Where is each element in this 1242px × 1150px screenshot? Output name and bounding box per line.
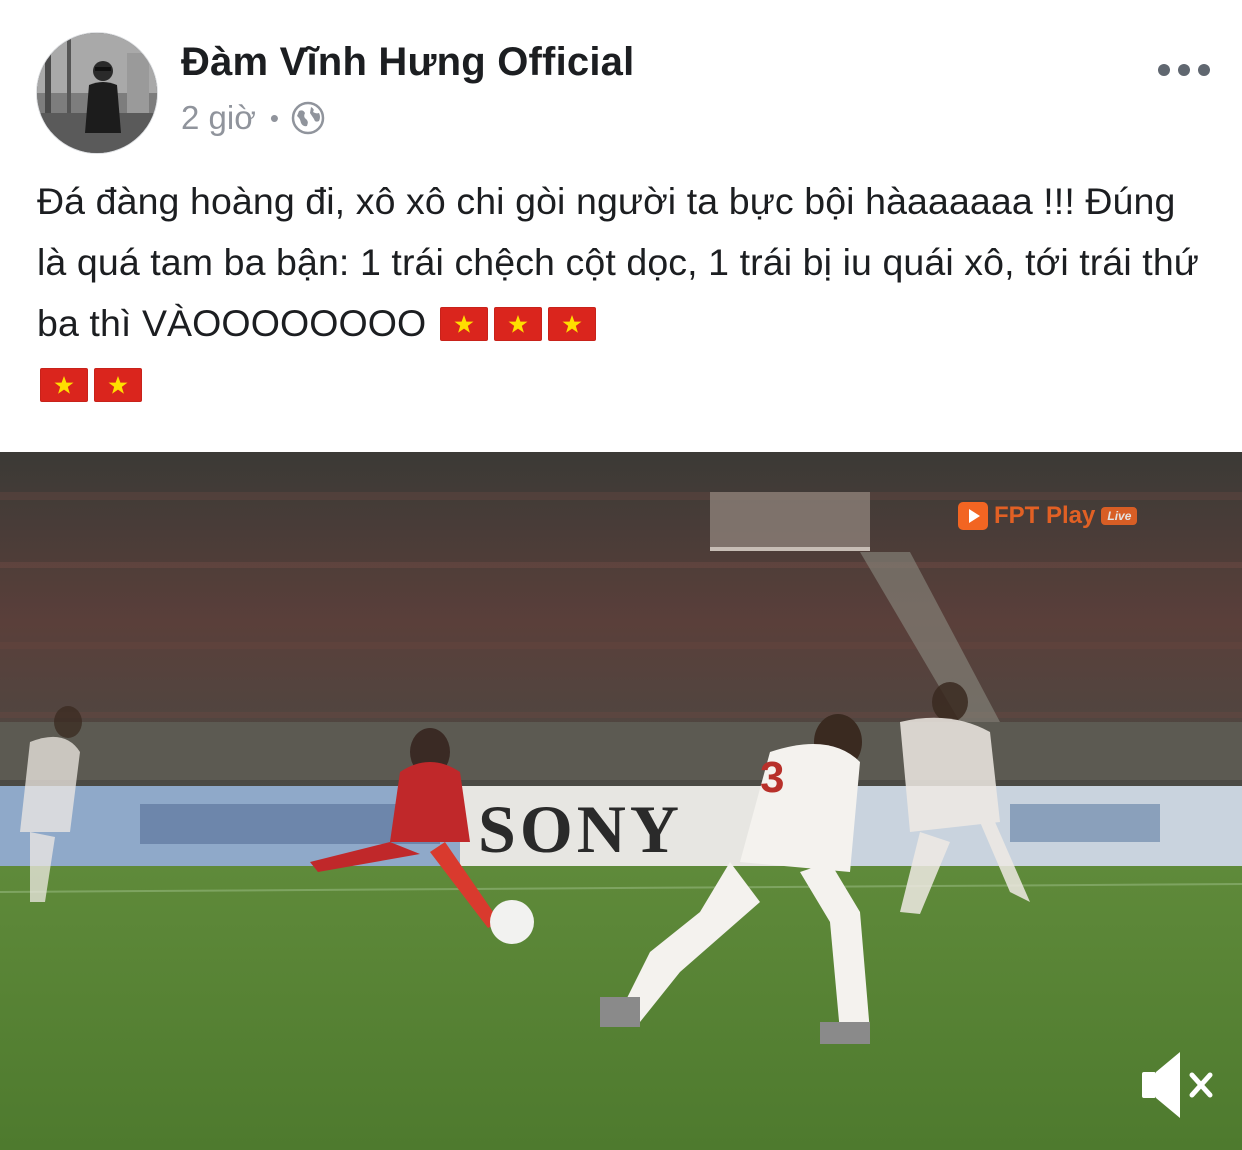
vietnam-flag-emoji xyxy=(94,368,142,402)
post-meta: 2 giờ • xyxy=(181,98,325,138)
play-logo-icon xyxy=(958,502,988,530)
meta-separator: • xyxy=(269,102,279,133)
facebook-post: Đàm Vĩnh Hưng Official 2 giờ • Đá đàng h… xyxy=(0,0,1242,1150)
globe-icon[interactable] xyxy=(291,101,325,135)
watermark-live-badge: Live xyxy=(1101,507,1138,525)
post-timestamp[interactable]: 2 giờ xyxy=(181,99,256,137)
video-player[interactable]: SONY 3 FPT Play Live xyxy=(0,452,1242,1150)
fpt-play-watermark: FPT Play Live xyxy=(958,502,1138,530)
sony-billboard: SONY xyxy=(478,791,683,867)
svg-text:3: 3 xyxy=(760,753,784,802)
post-message: Đá đàng hoàng đi, xô xô chi gòi người ta… xyxy=(37,171,1207,415)
post-header: Đàm Vĩnh Hưng Official 2 giờ • xyxy=(0,0,1242,160)
vietnam-flag-emoji xyxy=(493,307,542,341)
more-dot xyxy=(1158,64,1170,76)
volume-muted-icon[interactable] xyxy=(1142,1050,1214,1120)
more-dot xyxy=(1178,64,1190,76)
author-name[interactable]: Đàm Vĩnh Hưng Official xyxy=(181,40,634,85)
avatar-photo xyxy=(37,33,157,153)
vietnam-flag-emoji xyxy=(439,307,488,341)
author-avatar[interactable] xyxy=(36,32,158,154)
vietnam-flag-emoji xyxy=(40,368,88,402)
video-frame: SONY 3 xyxy=(0,452,1242,1150)
vietnam-flag-emoji xyxy=(547,307,596,341)
watermark-brand: FPT Play xyxy=(994,502,1096,529)
more-options-icon[interactable] xyxy=(1158,55,1210,85)
more-dot xyxy=(1198,64,1210,76)
post-message-text: Đá đàng hoàng đi, xô xô chi gòi người ta… xyxy=(37,180,1199,344)
